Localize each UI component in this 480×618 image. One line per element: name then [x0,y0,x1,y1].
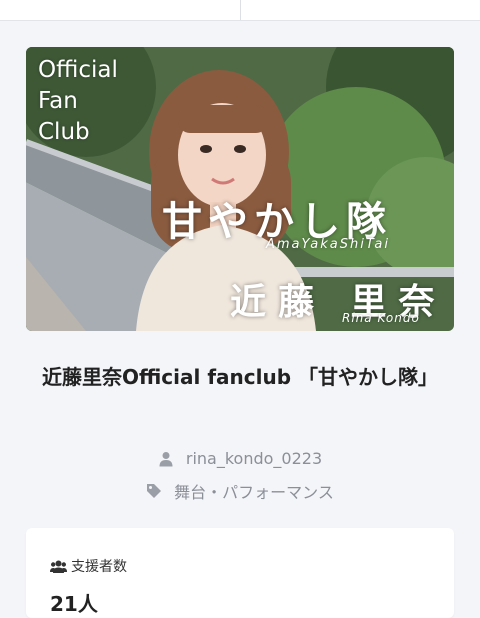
logo-line-3: Club [38,119,90,145]
users-icon [50,560,67,573]
creator-username[interactable]: rina_kondo_0223 [186,449,322,468]
logo-line-1: Official [38,57,118,83]
logo-line-2: Fan [38,88,78,114]
top-bar-divider [240,0,241,20]
supporters-count: 21人 [50,592,98,616]
official-fan-club-logo: Official Fan Club [38,55,118,148]
supporters-card: 支援者数 21人 [26,528,454,618]
creator-row[interactable]: rina_kondo_0223 [0,449,480,468]
category-label[interactable]: 舞台・パフォーマンス [174,479,334,503]
supporters-label-row: 支援者数 [50,556,127,576]
supporters-label: 支援者数 [71,559,127,575]
hero-name-romaji: Rina Kondo [342,311,420,325]
hero-banner-image: Official Fan Club 甘やかし隊 AmaYakaShiTai 近藤… [26,47,454,331]
category-row[interactable]: 舞台・パフォーマンス [0,479,480,503]
tag-icon [146,483,162,499]
fanclub-title: 近藤里奈Official fanclub 「甘やかし隊」 [42,365,438,389]
hero-title-romaji: AmaYakaShiTai [266,237,390,252]
top-bar [0,0,480,21]
user-icon [158,451,174,467]
